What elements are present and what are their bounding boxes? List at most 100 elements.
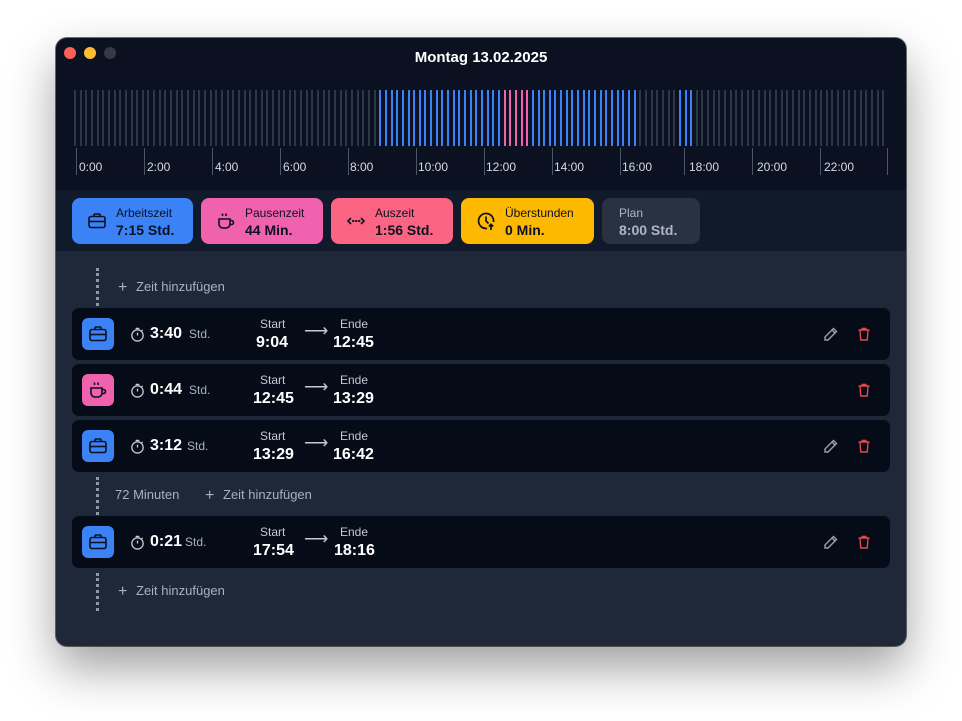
timeline-hour-label: 10:00 <box>418 160 449 174</box>
timeline-slot-empty <box>848 90 851 146</box>
entry-duration: 3:40 <box>150 325 183 342</box>
timeline-slot-empty <box>147 90 150 146</box>
timeline-slot-empty <box>757 90 760 146</box>
timeline-slot-empty <box>79 90 82 146</box>
timeline-slot-work <box>379 90 382 146</box>
timeline-slot-empty <box>334 90 337 146</box>
timeline-slot-empty <box>803 90 806 146</box>
timeline-slot-empty <box>814 90 817 146</box>
timeline-slot-empty <box>175 90 178 146</box>
add-time-button[interactable]: + Zeit hinzufügen <box>118 583 225 600</box>
summary-label: Plan <box>619 206 644 220</box>
timeline-slot-empty <box>673 90 676 146</box>
timeline-slot-empty <box>741 90 744 146</box>
timeline-slot-empty <box>345 90 348 146</box>
timeline-slot-empty <box>317 90 320 146</box>
pencil-icon[interactable] <box>823 438 839 454</box>
plus-icon: + <box>118 583 128 600</box>
timeline-slot-empty <box>288 90 291 146</box>
stopwatch-icon <box>131 439 144 454</box>
timeline-slot-empty <box>158 90 161 146</box>
timeline-slot-empty <box>237 90 240 146</box>
timeline-tick <box>552 148 553 175</box>
timeline-slot-work <box>622 90 625 146</box>
timeline-slot-work <box>594 90 597 146</box>
arrow-right-icon: ⟶ <box>304 529 329 548</box>
timeline-slot-empty <box>820 90 823 146</box>
timeline-slot-empty <box>181 90 184 146</box>
timeline-slot-empty <box>198 90 201 146</box>
stopwatch-icon <box>131 383 144 398</box>
timeline-slot-empty <box>707 90 710 146</box>
timeline-slot-work <box>588 90 591 146</box>
entry-type-badge <box>82 430 114 462</box>
time-entry[interactable]: 3:40 Std. Start 9:04 ⟶ Ende 12:45 <box>72 308 890 360</box>
timeline-slot-empty <box>650 90 653 146</box>
entry-duration-unit: Std. <box>187 439 209 453</box>
timeline-slot-empty <box>808 90 811 146</box>
summary-chip-plan[interactable]: Plan 8:00 Std. <box>602 198 700 244</box>
summary-chip-overtime[interactable]: Überstunden 0 Min. <box>461 198 594 244</box>
summary-chip-pause[interactable]: Pausenzeit 44 Min. <box>201 198 323 244</box>
timeline-gap-connector <box>96 477 99 515</box>
timeline-slot-work <box>481 90 483 146</box>
timeline-slot-work <box>464 90 467 146</box>
timeline-slot-empty <box>187 90 190 146</box>
timeline-slot-empty <box>774 90 777 146</box>
time-entry[interactable]: 0:44 Std. Start 12:45 ⟶ Ende 13:29 <box>72 364 890 416</box>
trash-icon[interactable] <box>856 534 872 550</box>
pencil-icon[interactable] <box>823 534 839 550</box>
entry-duration-unit: Std. <box>185 535 207 549</box>
summary-value: 8:00 Std. <box>619 222 678 238</box>
timeline-tick <box>76 148 77 175</box>
pencil-icon[interactable] <box>823 326 839 342</box>
timeline-slot-empty <box>701 90 704 146</box>
timeline-slot-work <box>486 90 489 146</box>
summary-chip-off[interactable]: Auszeit 1:56 Std. <box>331 198 453 244</box>
timeline-slot-work <box>571 90 574 146</box>
timeline-tick <box>620 148 621 175</box>
entry-duration-unit: Std. <box>189 327 211 341</box>
timeline-slot-empty <box>695 90 698 146</box>
timeline-slot-work <box>599 90 602 146</box>
timeline-slot-pause <box>509 90 512 146</box>
add-time-button[interactable]: + Zeit hinzufügen <box>205 487 312 504</box>
timeline-slot-empty <box>865 90 868 146</box>
entry-start-time: 12:45 <box>253 390 294 407</box>
timeline-slot-empty <box>735 90 738 146</box>
timeline-slot-empty <box>254 90 257 146</box>
start-label: Start <box>260 317 286 331</box>
trash-icon[interactable] <box>856 382 872 398</box>
timeline-slot-empty <box>243 90 246 146</box>
trash-icon[interactable] <box>856 326 872 342</box>
app-window: Montag 13.02.2025 0:00 2:00 4:00 6:00 8:… <box>56 38 906 646</box>
briefcase-icon <box>89 326 107 342</box>
time-entry[interactable]: 0:21 Std. Start 17:54 ⟶ Ende 18:16 <box>72 516 890 568</box>
timeline-slot-empty <box>102 90 105 146</box>
timeline-hour-label: 2:00 <box>147 160 171 174</box>
timeline-slot-work <box>458 90 461 146</box>
time-entry[interactable]: 3:12 Std. Start 13:29 ⟶ Ende 16:42 <box>72 420 890 472</box>
timeline-slot-empty <box>786 90 789 146</box>
add-time-button[interactable]: + Zeit hinzufügen <box>118 279 225 296</box>
plus-icon: + <box>118 279 128 296</box>
timeline-slot-empty <box>153 90 156 146</box>
day-timeline[interactable] <box>74 90 888 146</box>
timeline-slot-empty <box>164 90 167 146</box>
timeline-hour-label: 4:00 <box>215 160 239 174</box>
trash-icon[interactable] <box>856 438 872 454</box>
timeline-slot-empty <box>96 90 99 146</box>
summary-value: 7:15 Std. <box>116 222 175 238</box>
timeline-slot-work <box>384 90 387 146</box>
timeline-slot-empty <box>724 90 727 146</box>
timeline-tick <box>280 148 281 175</box>
timeline-slot-empty <box>266 90 269 146</box>
timeline-slot-work <box>441 90 444 146</box>
timeline-slot-work <box>616 90 619 146</box>
timeline-hour-label: 14:00 <box>554 160 585 174</box>
end-label: Ende <box>340 373 369 387</box>
timeline-slot-work <box>396 90 399 146</box>
summary-chip-work[interactable]: Arbeitszeit 7:15 Std. <box>72 198 193 244</box>
timeline-tick <box>348 148 349 175</box>
summary-value: 0 Min. <box>505 222 545 238</box>
